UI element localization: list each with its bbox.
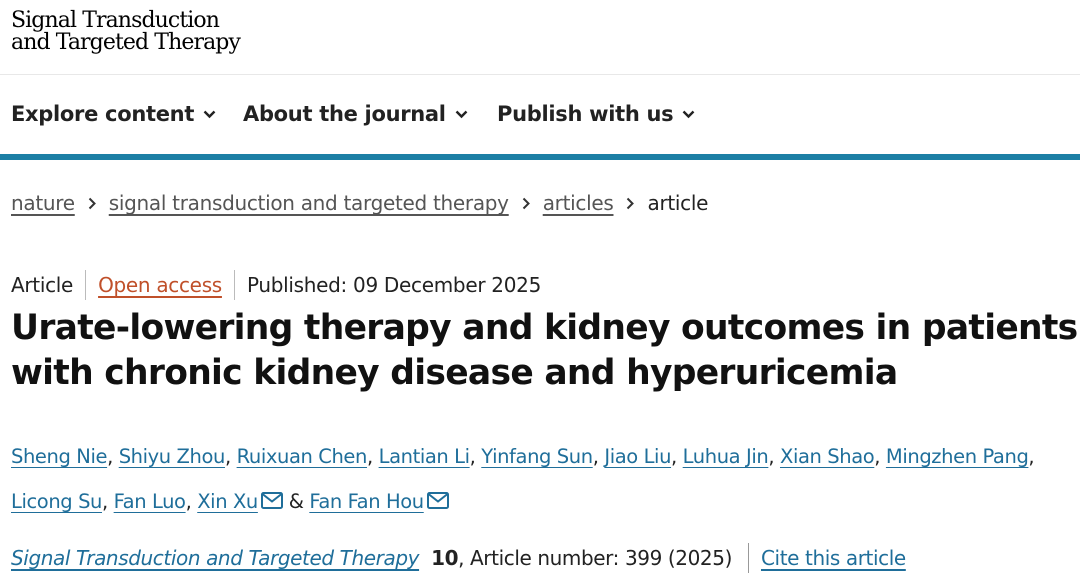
author-link[interactable]: Shiyu Zhou [119, 445, 226, 468]
author-separator: , [366, 445, 373, 468]
breadcrumb-nature[interactable]: nature [11, 191, 75, 215]
author-link[interactable]: Xian Shao [780, 445, 875, 468]
article-number: , Article number: 399 (2025) [458, 546, 732, 570]
chevron-right-icon [626, 197, 635, 210]
nav-about-journal[interactable]: About the journal [243, 102, 468, 126]
author-separator: , [107, 445, 113, 468]
chevron-down-icon [683, 110, 695, 118]
open-access-link[interactable]: Open access [98, 273, 222, 297]
author-link[interactable]: Licong Su [11, 490, 102, 513]
author-link[interactable]: Xin Xu [197, 490, 258, 513]
author-separator: , [1028, 445, 1035, 468]
author-link[interactable]: Yinfang Sun [481, 445, 593, 468]
breadcrumb: nature signal transduction and targeted … [11, 191, 708, 215]
breadcrumb-articles[interactable]: articles [543, 191, 614, 215]
nav-about-journal-label: About the journal [243, 102, 446, 126]
author-link[interactable]: Lantian Li [379, 445, 470, 468]
meta-divider [85, 270, 87, 300]
nav-publish-with-us[interactable]: Publish with us [497, 102, 695, 126]
author-link[interactable]: Fan Luo [114, 490, 186, 513]
author-link[interactable]: Fan Fan Hou [309, 490, 424, 513]
logo-line-2: and Targeted Therapy [11, 30, 241, 55]
mail-icon[interactable] [426, 492, 449, 509]
author-list: Sheng Nie, Shiyu Zhou, Ruixuan Chen, Lan… [11, 434, 1071, 524]
published-date: Published: 09 December 2025 [246, 273, 541, 297]
site-header: Signal Transduction and Targeted Therapy [0, 0, 1080, 75]
citation-divider [747, 543, 749, 573]
breadcrumb-current: article [647, 191, 709, 215]
author-separator: , [874, 445, 881, 468]
author-link[interactable]: Jiao Liu [604, 445, 671, 468]
nav-explore-content[interactable]: Explore content [11, 102, 216, 126]
citation-line: Signal Transduction and Targeted Therapy… [11, 543, 906, 573]
author-separator: , [592, 445, 599, 468]
author-ampersand: & [288, 490, 304, 513]
logo-line-1: Signal Transduction [11, 8, 220, 33]
chevron-right-icon [88, 197, 96, 210]
breadcrumb-journal[interactable]: signal transduction and targeted therapy [109, 191, 509, 215]
journal-link[interactable]: Signal Transduction and Targeted Therapy [11, 546, 419, 570]
author-link[interactable]: Sheng Nie [11, 445, 107, 468]
cite-this-article-link[interactable]: Cite this article [761, 546, 906, 570]
journal-logo[interactable]: Signal Transduction and Targeted Therapy [11, 8, 241, 55]
chevron-right-icon [522, 197, 530, 210]
author-separator: , [671, 445, 677, 468]
article-title: Urate-lowering therapy and kidney outcom… [11, 308, 1078, 393]
chevron-down-icon [455, 110, 468, 118]
nav-publish-with-us-label: Publish with us [497, 102, 674, 126]
author-link[interactable]: Ruixuan Chen [237, 445, 368, 468]
author-separator: , [469, 445, 476, 468]
nav-accent-bar [0, 154, 1080, 160]
author-separator: , [185, 490, 192, 513]
mail-icon[interactable] [260, 492, 283, 509]
author-separator: , [768, 445, 775, 468]
volume-number: 10 [431, 546, 459, 570]
author-link[interactable]: Mingzhen Pang [886, 445, 1029, 468]
author-link[interactable]: Luhua Jin [683, 445, 769, 468]
article-type: Article [11, 273, 74, 297]
nav-explore-content-label: Explore content [11, 102, 195, 126]
author-separator: , [102, 490, 108, 513]
meta-divider [233, 270, 235, 300]
chevron-down-icon [203, 110, 216, 118]
author-separator: , [224, 445, 231, 468]
article-meta: Article Open access Published: 09 Decemb… [11, 270, 541, 300]
